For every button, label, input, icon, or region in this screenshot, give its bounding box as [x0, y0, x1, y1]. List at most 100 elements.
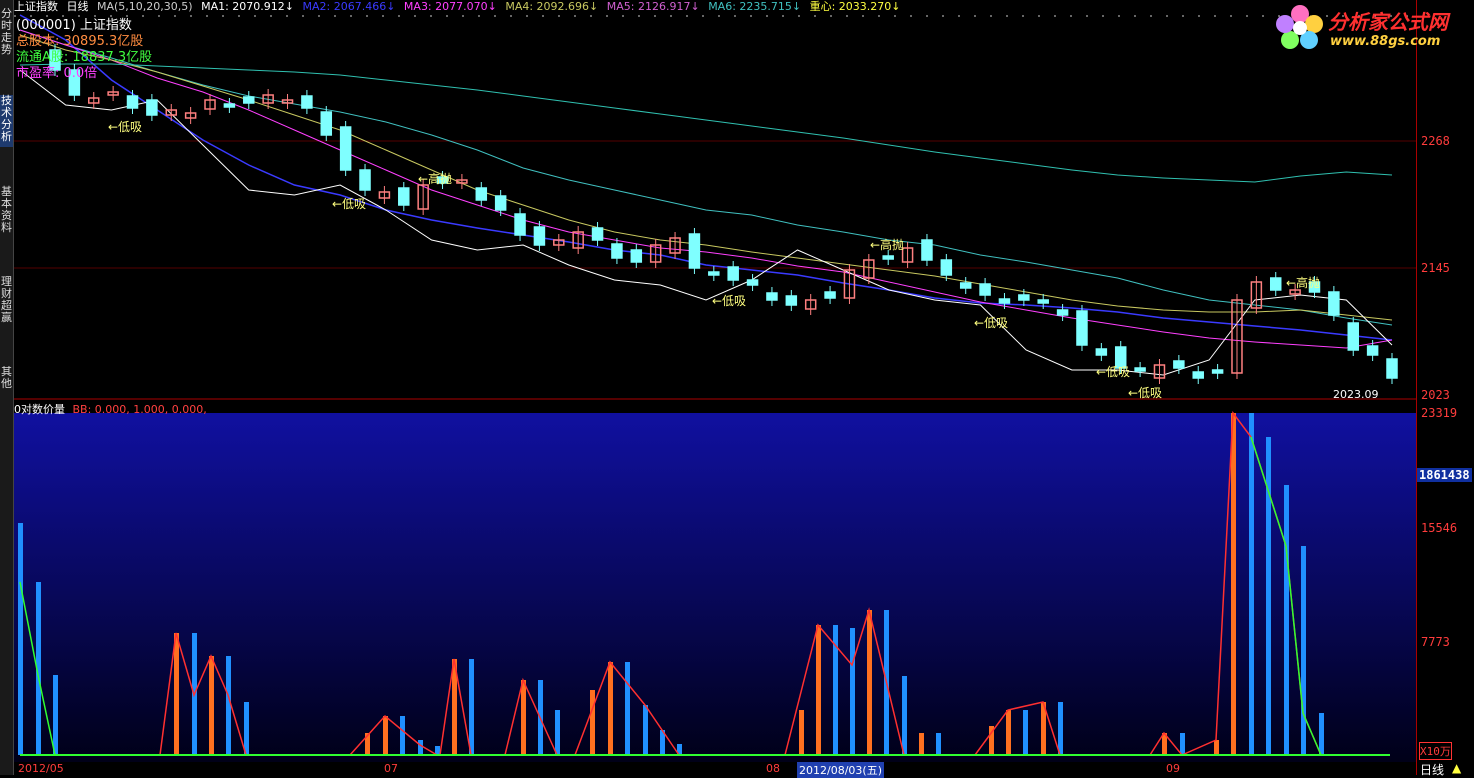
volume-label: 23319 — [1421, 406, 1458, 420]
candle-body — [998, 298, 1011, 304]
bb-values: BB: 0.000, 1.000, 0.000, — [72, 403, 207, 416]
volume-indicator-name[interactable]: 0对数价量 — [14, 403, 65, 416]
annotation-low-buy: ←低吸 — [712, 294, 747, 308]
volume-bar — [590, 690, 595, 755]
annotation-high-sell: ←高抛 — [870, 238, 905, 252]
volume-bar — [53, 675, 58, 755]
volume-bar — [1231, 413, 1236, 755]
candle-body — [940, 259, 953, 276]
volume-bar — [1249, 413, 1254, 755]
volume-bar — [18, 523, 23, 755]
annotation-low-buy: ←低吸 — [1128, 386, 1163, 400]
volume-current-label: 1861438 — [1417, 468, 1472, 482]
candle-body — [320, 111, 333, 136]
candle-body — [1211, 369, 1224, 374]
date-label: 09 — [1166, 762, 1180, 775]
candle-body — [921, 239, 933, 261]
candle-body — [1037, 299, 1049, 304]
annotation-low-buy: ←低吸 — [1096, 365, 1131, 379]
annotation-low-buy: ←低吸 — [108, 120, 143, 134]
date-label: 08 — [766, 762, 780, 775]
volume-bar — [555, 710, 560, 755]
flower-logo-icon — [1276, 5, 1323, 49]
candle-body — [979, 283, 991, 296]
annotation-high-sell: ←高抛 — [418, 172, 453, 186]
candle-body — [301, 95, 313, 109]
ma-line — [19, 14, 1393, 341]
volume-bar — [643, 705, 648, 755]
volume-bar — [1301, 546, 1306, 755]
candle-body — [1192, 371, 1204, 379]
ma-line — [19, 69, 1393, 376]
volume-bar — [1180, 733, 1185, 755]
volume-bar — [1058, 702, 1063, 755]
candle-body — [630, 249, 643, 263]
candle-body — [959, 282, 972, 289]
stock-info: (000001) 上证指数 总股本: 30895.3亿股 流通A股: 18837… — [16, 18, 152, 82]
right-axis: 2268 2145 2023 23319 1861438 15546 7773 … — [1416, 0, 1474, 775]
volume-bar — [902, 676, 907, 755]
annotation-low-buy: ←低吸 — [332, 197, 367, 211]
candle-body — [1328, 291, 1340, 316]
volume-bar — [209, 656, 214, 755]
volume-bar — [936, 733, 941, 755]
candle-body — [688, 233, 701, 269]
brand-name: 分析家公式网 — [1328, 10, 1448, 34]
volume-bar — [521, 680, 526, 755]
candle-body — [1134, 367, 1146, 372]
volume-unit: X10万 — [1419, 742, 1452, 760]
candle-body — [514, 213, 526, 236]
volume-bar — [383, 716, 388, 755]
volume-bar — [867, 610, 872, 755]
price-label: 2268 — [1421, 134, 1450, 148]
date-label: 07 — [384, 762, 398, 775]
volume-bar — [1319, 713, 1324, 755]
date-tag: 2023.09 — [1333, 388, 1379, 401]
annotation-high-sell: ←高抛 — [1286, 276, 1321, 290]
triangle-up-icon[interactable]: ▲ — [1452, 761, 1461, 775]
candle-body — [494, 195, 507, 211]
volume-bar — [850, 628, 855, 755]
cursor-date-label: 2012/08/03(五) — [797, 762, 884, 778]
candle-body — [223, 103, 236, 108]
candle-body — [882, 255, 894, 260]
volume-bar — [244, 702, 249, 755]
candle-body — [1347, 322, 1359, 351]
candle-body — [126, 95, 139, 109]
ma-line — [19, 34, 1393, 321]
brand-url: www.88gs.com — [1330, 34, 1441, 49]
date-label: 2012/05 — [18, 762, 64, 775]
date-axis: 2012/05 07 08 2012/08/03(五) 09 — [14, 762, 1416, 778]
ma-line — [19, 29, 1393, 326]
candle-body — [339, 126, 352, 171]
candle-body — [766, 292, 778, 301]
candle-body — [611, 243, 623, 259]
volume-bar — [608, 662, 613, 755]
candle-body — [1076, 310, 1088, 346]
volume-bar — [625, 662, 630, 755]
brand-logo: 分析家公式网 www.88gs.com — [1272, 2, 1468, 52]
candle-body — [708, 271, 720, 276]
candle-body — [1018, 294, 1030, 301]
candle-body — [727, 266, 739, 281]
chart-canvas[interactable] — [0, 0, 1474, 775]
candle-body — [475, 187, 488, 201]
volume-bar — [1023, 710, 1028, 755]
total-shares: 总股本: 30895.3亿股 — [16, 34, 144, 49]
candle-body — [398, 187, 410, 206]
candle-body — [746, 279, 759, 286]
price-label: 2023 — [1421, 388, 1450, 402]
volume-label: 7773 — [1421, 635, 1450, 649]
candle-body — [824, 291, 836, 299]
candle-body — [1269, 277, 1282, 291]
volume-bar — [1214, 740, 1219, 755]
candle-body — [1056, 309, 1069, 316]
volume-bar — [919, 733, 924, 755]
volume-label: 15546 — [1421, 521, 1458, 535]
period-button[interactable]: 日线 — [1420, 761, 1444, 778]
candle-body — [533, 226, 546, 246]
volume-bar — [469, 659, 474, 755]
candle-body — [591, 227, 604, 241]
stock-name: (000001) 上证指数 — [16, 18, 132, 33]
candle-body — [359, 169, 371, 191]
